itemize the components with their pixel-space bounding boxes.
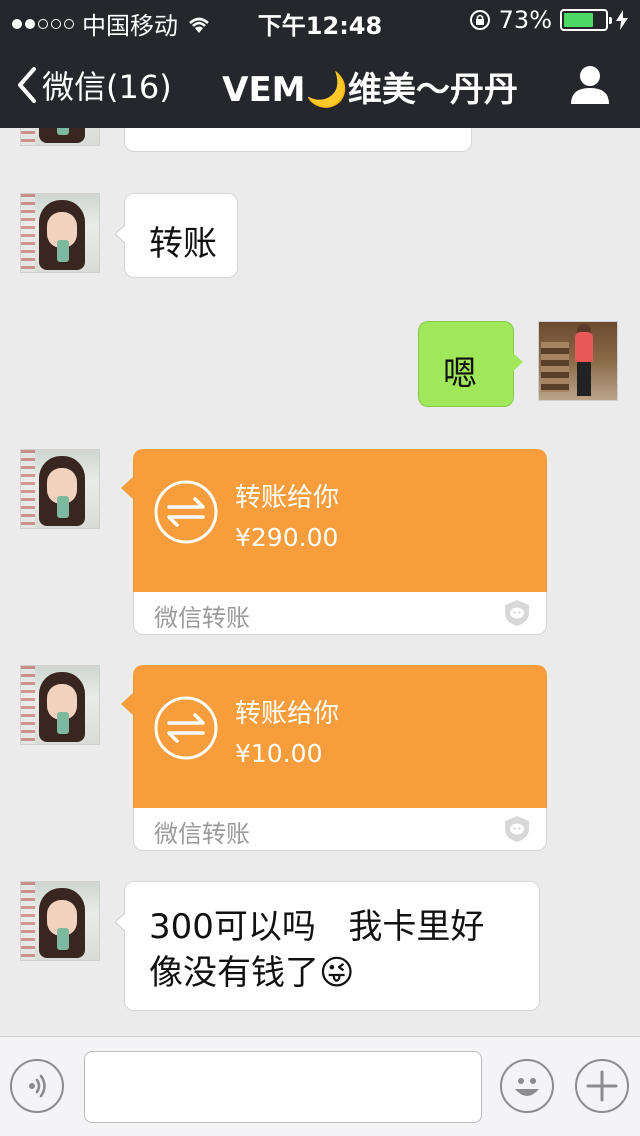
transfer-card[interactable]: 转账给你 ¥10.00 微信转账 (121, 665, 547, 851)
avatar[interactable] (20, 665, 100, 745)
transfer-card-footer: 微信转账 (133, 592, 547, 635)
transfer-amount: ¥10.00 (235, 739, 323, 768)
transfer-card-header: 转账给你 ¥10.00 (121, 665, 547, 808)
charging-icon (616, 10, 628, 30)
transfer-source: 微信转账 (154, 604, 250, 632)
message-bubble-partial[interactable] (124, 128, 472, 152)
transfer-icon (154, 480, 218, 544)
transfer-card-footer: 微信转账 (133, 808, 547, 851)
emoji-button[interactable] (500, 1059, 554, 1113)
smiley-icon (515, 1078, 539, 1096)
message-bubble[interactable]: 转账 (114, 193, 238, 278)
plus-icon (586, 1070, 618, 1102)
battery-group: 73% (469, 6, 628, 34)
my-avatar[interactable] (538, 321, 618, 401)
message-text-line: 300可以吗 我卡里好 (149, 907, 485, 947)
back-label: 微信(16) (42, 68, 172, 106)
voice-icon (29, 1074, 46, 1098)
chat-header: 中国移动 下午12:48 73% 微信(16) VEM🌙维美～丹丹 (0, 0, 640, 128)
transfer-card[interactable]: 转账给你 ¥290.00 微信转账 (121, 449, 547, 635)
battery-icon (560, 9, 612, 31)
transfer-title: 转账给你 (235, 699, 340, 729)
voice-button[interactable] (10, 1059, 64, 1113)
message-list[interactable]: 转账 嗯 转账给你 ¥290.00 微信转账 转账给你 ¥10.00 微信转账 … (0, 128, 640, 1036)
orientation-lock-icon (469, 10, 490, 30)
nav-bar: 微信(16) VEM🌙维美～丹丹 (0, 40, 640, 128)
transfer-title: 转账给你 (235, 483, 340, 513)
avatar[interactable] (20, 128, 100, 146)
message-text-line: 像没有钱了😜 (149, 953, 355, 993)
message-text: 转账 (149, 224, 217, 264)
avatar[interactable] (20, 449, 100, 529)
input-bar (0, 1036, 640, 1136)
transfer-icon (154, 696, 218, 760)
status-bar: 中国移动 下午12:48 73% (0, 0, 640, 40)
avatar[interactable] (20, 881, 100, 961)
avatar[interactable] (20, 193, 100, 273)
back-button[interactable]: 微信(16) (16, 62, 172, 108)
transfer-card-header: 转账给你 ¥290.00 (121, 449, 547, 592)
message-bubble-sent[interactable]: 嗯 (418, 321, 523, 407)
profile-icon[interactable] (568, 62, 612, 106)
transfer-source: 微信转账 (154, 820, 250, 848)
chat-title: VEM🌙维美～丹丹 (222, 70, 518, 110)
battery-percent: 73% (498, 6, 552, 34)
message-bubble[interactable]: 300可以吗 我卡里好 像没有钱了😜 (114, 881, 540, 1011)
transfer-amount: ¥290.00 (235, 523, 339, 552)
more-button[interactable] (575, 1059, 629, 1113)
chevron-left-icon (18, 67, 36, 103)
message-input[interactable] (84, 1051, 482, 1123)
message-text: 嗯 (443, 354, 477, 394)
wechat-pay-shield-icon (505, 816, 529, 842)
wechat-pay-shield-icon (505, 600, 529, 626)
